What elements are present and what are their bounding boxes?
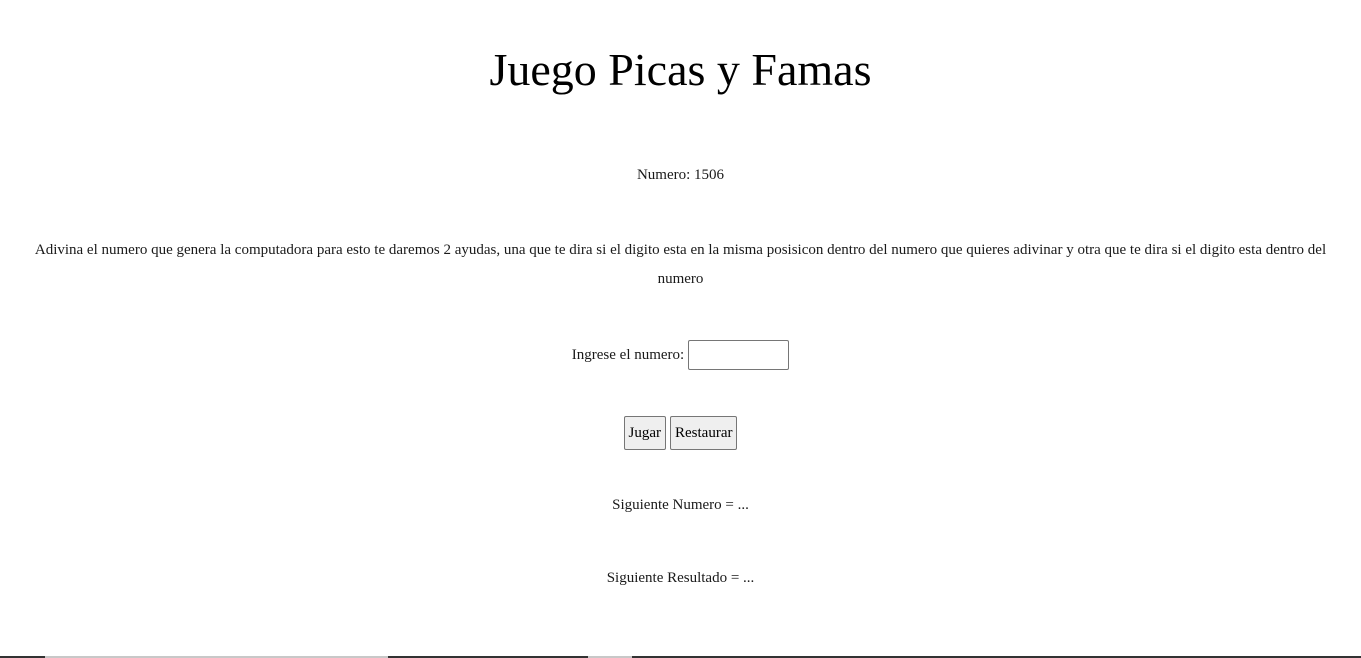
button-row: Jugar Restaurar [0,416,1361,450]
reset-button[interactable]: Restaurar [670,416,738,450]
generated-number-text: Numero: 1506 [636,167,725,183]
next-number-text: Siguiente Numero = ... [612,497,749,513]
number-entry-row: Ingrese el numero: [0,338,1361,372]
play-button[interactable]: Jugar [623,416,666,450]
number-input-label: Ingrese el numero: [571,346,685,363]
game-page: Juego Picas y Famas Numero: 1506 Adivina… [0,0,1361,658]
next-result-text: Siguiente Resultado = ... [606,570,755,586]
number-input[interactable] [688,340,790,370]
page-title: Juego Picas y Famas [489,44,872,95]
instructions-text: Adivina el numero que genera la computad… [34,242,1327,287]
